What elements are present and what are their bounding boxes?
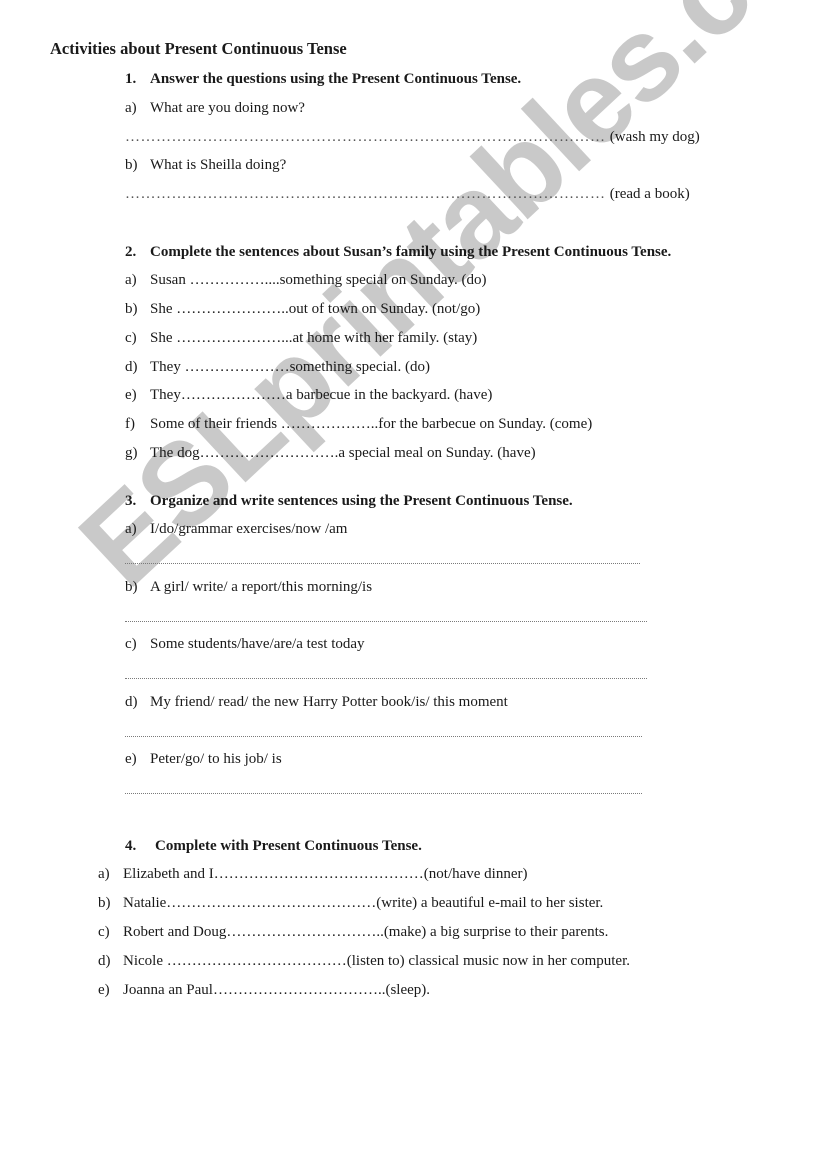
item-text: A girl/ write/ a report/this morning/is	[150, 579, 373, 595]
answer-dots: …………………………………………………………………………………	[125, 129, 606, 145]
item-label: b)	[125, 301, 138, 317]
sentence-item[interactable]: g) The dog……………………….a special meal on Sun…	[125, 445, 536, 462]
item-label: a)	[125, 100, 137, 116]
answer-line[interactable]	[125, 621, 647, 622]
sentence-item[interactable]: c) Robert and Doug…………………………..(make) a bi…	[98, 924, 608, 941]
prompt-item: c) Some students/have/are/a test today	[125, 636, 365, 653]
answer-line[interactable]: ………………………………………………………………………………… (wash my…	[125, 129, 700, 146]
section-heading-text: Complete with Present Continuous Tense.	[155, 838, 422, 854]
section-3-heading: 3. Organize and write sentences using the…	[125, 493, 573, 510]
item-label: e)	[98, 982, 110, 998]
item-text: Susan ……………....something special on Sund…	[150, 272, 487, 288]
sentence-item[interactable]: b) She …………………..out of town on Sunday. (n…	[125, 301, 480, 318]
sentence-item[interactable]: a) Susan ……………....something special on Su…	[125, 272, 487, 289]
section-number: 1.	[125, 71, 137, 87]
answer-line[interactable]	[125, 793, 642, 794]
item-text: Some students/have/are/a test today	[150, 636, 365, 652]
item-text: They…………………a barbecue in the backyard. (…	[150, 387, 493, 403]
page-title: Activities about Present Continuous Tens…	[50, 39, 347, 58]
section-heading-text: Answer the questions using the Present C…	[150, 71, 522, 87]
prompt-item: d) My friend/ read/ the new Harry Potter …	[125, 694, 508, 711]
sentence-item[interactable]: f) Some of their friends ………………..for the …	[125, 416, 592, 433]
item-text: Some of their friends ………………..for the ba…	[150, 416, 593, 432]
item-text: Natalie……………………………………(write) a beautiful…	[123, 895, 604, 911]
answer-line[interactable]	[125, 736, 642, 737]
question-item: a) What are you doing now?	[125, 100, 305, 117]
item-text: Robert and Doug…………………………..(make) a big …	[123, 924, 609, 940]
prompt-item: a) I/do/grammar exercises/now /am	[125, 521, 347, 538]
section-number: 4.	[125, 838, 137, 854]
item-label: b)	[125, 579, 138, 595]
sentence-item[interactable]: e) Joanna an Paul……………………………..(sleep).	[98, 982, 430, 999]
item-label: e)	[125, 751, 137, 767]
sentence-item[interactable]: a) Elizabeth and I……………………………………(not/have…	[98, 866, 528, 883]
item-text: They …………………something special. (do)	[150, 359, 430, 375]
section-number: 3.	[125, 493, 137, 509]
section-1-heading: 1. Answer the questions using the Present…	[125, 71, 521, 88]
item-label: c)	[125, 636, 137, 652]
prompt-item: b) A girl/ write/ a report/this morning/i…	[125, 579, 372, 596]
section-number: 2.	[125, 244, 137, 260]
sentence-item[interactable]: b) Natalie……………………………………(write) a beautif…	[98, 895, 603, 912]
item-text: Peter/go/ to his job/ is	[150, 751, 282, 767]
hint-text: (wash my dog)	[609, 129, 700, 145]
section-2-heading: 2. Complete the sentences about Susan’s f…	[125, 244, 671, 261]
item-label: a)	[125, 272, 137, 288]
section-heading-text: Complete the sentences about Susan’s fam…	[150, 244, 672, 260]
item-label: d)	[125, 359, 138, 375]
sentence-item[interactable]: c) She …………………...at home with her family.…	[125, 330, 477, 347]
item-label: e)	[125, 387, 137, 403]
item-label: c)	[125, 330, 137, 346]
item-label: f)	[125, 416, 135, 432]
answer-line[interactable]	[125, 678, 647, 679]
answer-line[interactable]: ………………………………………………………………………………… (read a …	[125, 186, 690, 203]
item-text: I/do/grammar exercises/now /am	[150, 521, 348, 537]
item-text: What are you doing now?	[150, 100, 305, 116]
answer-line[interactable]	[125, 563, 640, 564]
item-label: d)	[98, 953, 111, 969]
item-text: She …………………..out of town on Sunday. (not…	[150, 301, 481, 317]
item-label: a)	[125, 521, 137, 537]
sentence-item[interactable]: e) They…………………a barbecue in the backyard.…	[125, 387, 492, 404]
item-label: c)	[98, 924, 110, 940]
section-4-heading: 4. Complete with Present Continuous Tense…	[125, 838, 422, 855]
item-label: b)	[125, 157, 138, 173]
item-text: What is Sheilla doing?	[150, 157, 287, 173]
answer-dots: …………………………………………………………………………………	[125, 186, 606, 202]
sentence-item[interactable]: d) Nicole ………………………………(listen to) classic…	[98, 953, 630, 970]
item-label: g)	[125, 445, 138, 461]
item-label: d)	[125, 694, 138, 710]
item-text: The dog……………………….a special meal on Sunda…	[150, 445, 536, 461]
hint-text: (read a book)	[609, 186, 690, 202]
prompt-item: e) Peter/go/ to his job/ is	[125, 751, 282, 768]
item-label: a)	[98, 866, 110, 882]
item-text: Elizabeth and I……………………………………(not/have d…	[123, 866, 528, 882]
item-label: b)	[98, 895, 111, 911]
item-text: My friend/ read/ the new Harry Potter bo…	[150, 694, 508, 710]
section-heading-text: Organize and write sentences using the P…	[150, 493, 573, 509]
item-text: Joanna an Paul……………………………..(sleep).	[123, 982, 431, 998]
item-text: She …………………...at home with her family. (…	[150, 330, 478, 346]
sentence-item[interactable]: d) They …………………something special. (do)	[125, 359, 430, 376]
item-text: Nicole ………………………………(listen to) classical…	[123, 953, 630, 969]
worksheet-page: ESLprintables.com Activities about Prese…	[0, 0, 821, 1169]
question-item: b) What is Sheilla doing?	[125, 157, 286, 174]
